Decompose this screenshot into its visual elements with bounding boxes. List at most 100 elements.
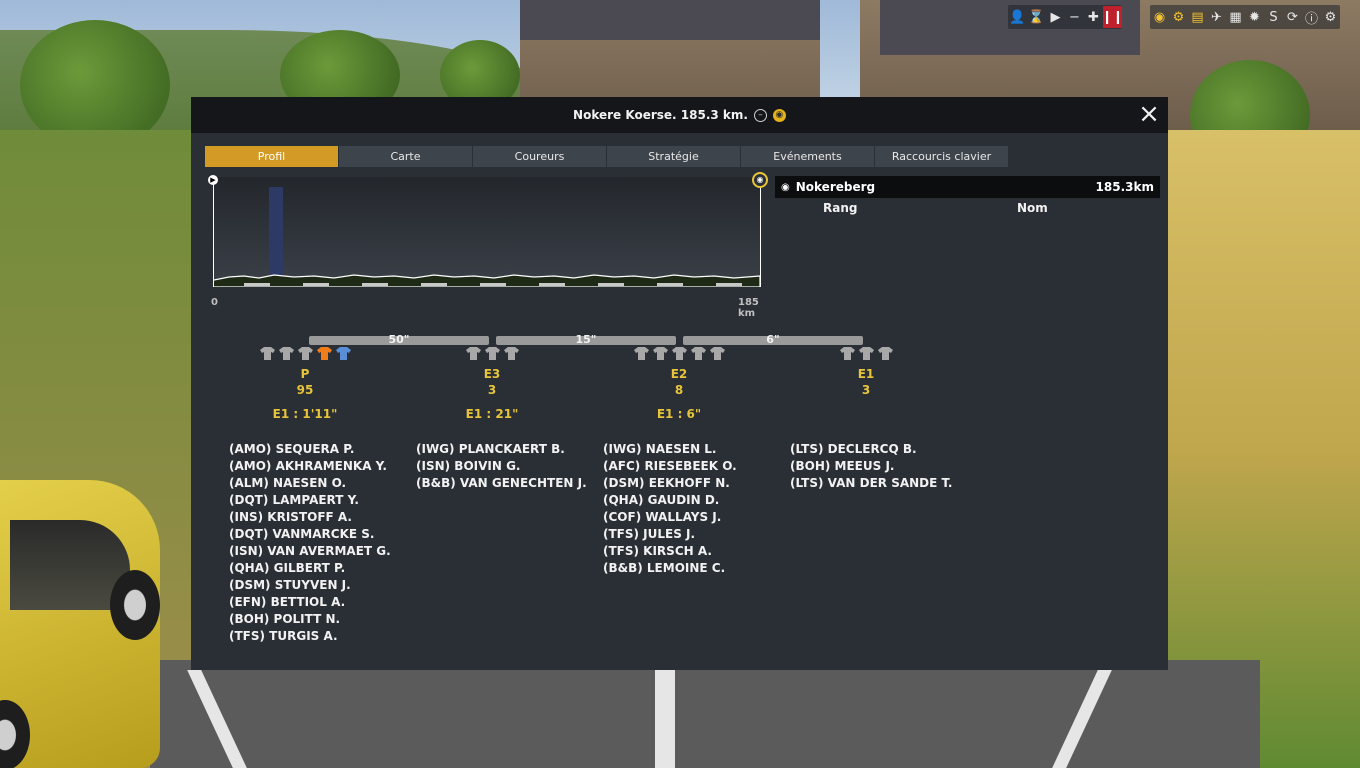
minus-icon[interactable]: − <box>1065 6 1084 28</box>
jersey-row <box>215 347 395 361</box>
profile-area <box>213 177 761 287</box>
jersey-icon[interactable] <box>839 347 855 360</box>
rider-name[interactable]: (IWG) NAESEN L. <box>603 441 737 458</box>
column-name-header: Nom <box>1017 201 1048 215</box>
jersey-icon[interactable] <box>858 347 874 360</box>
rider-name[interactable]: (ISN) VAN AVERMAET G. <box>229 543 391 560</box>
group-time-gap: E1 : 6" <box>656 407 702 421</box>
rider-name[interactable]: (INS) KRISTOFF A. <box>229 509 391 526</box>
jersey-icon[interactable] <box>278 347 294 360</box>
helicopter-icon[interactable]: ✈ <box>1207 6 1226 28</box>
tab-coureurs[interactable]: Coureurs <box>473 146 606 167</box>
group-e2[interactable]: E2 8 E1 : 6" <box>589 347 769 421</box>
rider-name[interactable]: (DSM) STUYVEN J. <box>229 577 391 594</box>
rider-name[interactable]: (TFS) KIRSCH A. <box>603 543 737 560</box>
team-car-icon[interactable]: ▦ <box>1226 6 1245 28</box>
tab-carte[interactable]: Carte <box>339 146 472 167</box>
gap-label: 50" <box>388 333 410 346</box>
race-info-dialog: Nokere Koerse. 185.3 km. – ◉ × Profil Ca… <box>191 97 1168 670</box>
jersey-icon[interactable] <box>709 347 725 360</box>
group-peloton[interactable]: P 95 E1 : 1'11" <box>215 347 395 421</box>
rider-name[interactable]: (BOH) POLITT N. <box>229 611 391 628</box>
rider-name[interactable]: (LTS) DECLERCQ B. <box>790 441 952 458</box>
stage-profile-chart[interactable]: ▶ ◉ 0 185 km <box>208 172 768 319</box>
race-title: Nokere Koerse. 185.3 km. <box>573 108 748 122</box>
climb-distance: 185.3km <box>1095 180 1154 194</box>
rider-name[interactable]: (DSM) EEKHOFF N. <box>603 475 737 492</box>
rider-name[interactable]: (B&B) VAN GENECHTEN J. <box>416 475 587 492</box>
gap-label: 6" <box>766 333 780 346</box>
group-count: 95 <box>296 383 314 397</box>
tab-evenements[interactable]: Evénements <box>741 146 874 167</box>
jersey-icon[interactable] <box>465 347 481 360</box>
play-icon[interactable]: ▶ <box>1046 6 1065 28</box>
rider-name[interactable]: (LTS) VAN DER SANDE T. <box>790 475 952 492</box>
jersey-icon[interactable] <box>633 347 649 360</box>
column-rank-header: Rang <box>823 201 858 215</box>
group-e1[interactable]: E1 3 <box>776 347 956 407</box>
rider-name[interactable]: (QHA) GILBERT P. <box>229 560 391 577</box>
wheel-icon[interactable]: ✹ <box>1245 6 1264 28</box>
jersey-icon[interactable] <box>335 347 351 360</box>
jersey-icon[interactable] <box>877 347 893 360</box>
rider-name[interactable]: (TFS) JULES J. <box>603 526 737 543</box>
climb-header: ◉ Nokereberg 185.3km <box>775 176 1160 198</box>
jersey-icon[interactable] <box>671 347 687 360</box>
jersey-icon[interactable] <box>503 347 519 360</box>
pause-icon[interactable]: ❙❙ <box>1102 6 1123 28</box>
close-button[interactable]: × <box>1137 101 1161 127</box>
jersey-icon[interactable] <box>652 347 668 360</box>
cobblestone-icon: ◉ <box>772 108 786 122</box>
rider-name[interactable]: (ISN) BOIVIN G. <box>416 458 587 475</box>
rider-name[interactable]: (DQT) LAMPAERT Y. <box>229 492 391 509</box>
flat-stage-icon: – <box>753 108 767 122</box>
rider-name[interactable]: (QHA) GAUDIN D. <box>603 492 737 509</box>
jersey-row <box>776 347 956 361</box>
tab-strategie[interactable]: Stratégie <box>607 146 740 167</box>
camera-icon[interactable]: ▤ <box>1188 6 1207 28</box>
jersey-icon[interactable] <box>259 347 275 360</box>
start-km-label: 0 <box>211 297 218 308</box>
rider-list-peloton: (AMO) SEQUERA P. (AMO) AKHRAMENKA Y. (ALM)… <box>229 441 391 645</box>
rider-name[interactable]: (B&B) LEMOINE C. <box>603 560 737 577</box>
strategy-icon[interactable]: S <box>1264 6 1283 28</box>
rider-name[interactable]: (ALM) NAESEN O. <box>229 475 391 492</box>
cobblestone-sector-icon: ◉ <box>781 181 790 193</box>
group-count: 8 <box>674 383 684 397</box>
motorbike-icon[interactable]: ⚙ <box>1169 6 1188 28</box>
rider-name[interactable]: (IWG) PLANCKAERT B. <box>416 441 587 458</box>
rider-name[interactable]: (DQT) VANMARCKE S. <box>229 526 391 543</box>
rider-icon[interactable]: 👤 <box>1008 6 1027 28</box>
rider-list-e3: (IWG) PLANCKAERT B. (ISN) BOIVIN G. (B&B) … <box>416 441 587 492</box>
jersey-icon[interactable] <box>690 347 706 360</box>
rider-name[interactable]: (EFN) BETTIOL A. <box>229 594 391 611</box>
info-icon[interactable]: ⓘ <box>1302 6 1321 28</box>
plus-icon[interactable]: ✚ <box>1084 6 1103 28</box>
jersey-icon[interactable] <box>316 347 332 360</box>
rider-name[interactable]: (AMO) AKHRAMENKA Y. <box>229 458 391 475</box>
rider-name[interactable]: (AFC) RIESEBEEK O. <box>603 458 737 475</box>
position-marker <box>269 187 283 287</box>
start-flag-icon: ▶ <box>208 175 218 185</box>
refresh-icon[interactable]: ⟳ <box>1283 6 1302 28</box>
tab-bar: Profil Carte Coureurs Stratégie Evénemen… <box>205 146 1009 167</box>
rider-name[interactable]: (TFS) TURGIS A. <box>229 628 391 645</box>
camera-controls: ◉ ⚙ ▤ ✈ ▦ ✹ S ⟳ ⓘ ⚙ <box>1150 5 1340 29</box>
tab-raccourcis-clavier[interactable]: Raccourcis clavier <box>875 146 1008 167</box>
profile-svg <box>214 187 760 287</box>
jersey-icon[interactable] <box>484 347 500 360</box>
tab-profil[interactable]: Profil <box>205 146 338 167</box>
group-count: 3 <box>861 383 871 397</box>
rider-name[interactable]: (AMO) SEQUERA P. <box>229 441 391 458</box>
finish-flag-icon: ◉ <box>752 172 768 188</box>
rider-name[interactable]: (BOH) MEEUS J. <box>790 458 952 475</box>
hourglass-icon[interactable]: ⌛ <box>1027 6 1046 28</box>
jersey-icon[interactable] <box>297 347 313 360</box>
settings-icon[interactable]: ⚙ <box>1321 6 1340 28</box>
kilometer-ticks <box>244 283 742 286</box>
group-e3[interactable]: E3 3 E1 : 21" <box>402 347 582 421</box>
climb-name: Nokereberg <box>795 180 876 194</box>
rider-name[interactable]: (COF) WALLAYS J. <box>603 509 737 526</box>
group-code: E1 <box>857 367 875 381</box>
eye-icon[interactable]: ◉ <box>1150 6 1169 28</box>
